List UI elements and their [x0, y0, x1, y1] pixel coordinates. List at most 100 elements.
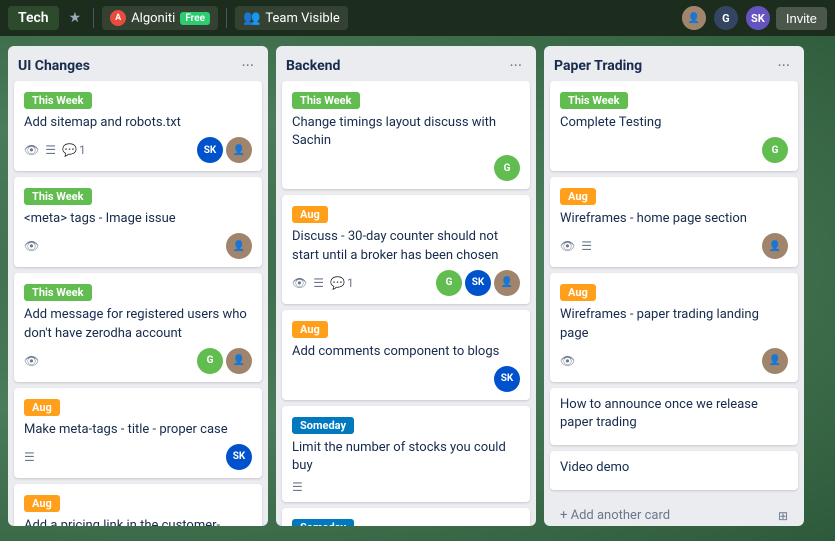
card-text: Add comments component to blogs	[292, 343, 520, 361]
card-avatar-face[interactable]: 👤	[762, 348, 788, 374]
card-avatar-face[interactable]: 👤	[226, 233, 252, 259]
board-name[interactable]: Tech	[8, 6, 59, 30]
eye-icon: 👁	[24, 354, 39, 368]
list-header-backend: Backend···	[276, 46, 536, 81]
card-footer: 👁☰💬1GSK👤	[292, 270, 520, 296]
avatar-user[interactable]: 👤	[680, 4, 708, 32]
card-avatar-face[interactable]: 👤	[762, 233, 788, 259]
list-item[interactable]: SomedayLimit the number of stocks you co…	[282, 406, 530, 502]
list-content-paper-trading: This WeekComplete TestingGAugWireframes …	[544, 81, 804, 502]
card-text: Make meta-tags - title - proper case	[24, 421, 252, 439]
list-menu-backend[interactable]: ···	[505, 54, 526, 77]
card-avatars: SK	[226, 444, 252, 470]
card-avatars: GSK👤	[436, 270, 520, 296]
list-menu-ui-changes[interactable]: ···	[237, 54, 258, 77]
team-visible-button[interactable]: 👥 Team Visible	[235, 6, 348, 30]
list-paper-trading: Paper Trading···This WeekComplete Testin…	[544, 46, 804, 526]
card-avatar-sk[interactable]: SK	[465, 270, 491, 296]
card-footer: G	[292, 155, 520, 181]
card-label-tag: Aug	[24, 495, 60, 512]
board: UI Changes···This WeekAdd sitemap and ro…	[0, 36, 835, 541]
star-button[interactable]: ★	[65, 6, 86, 30]
archive-icon: ⊞	[778, 509, 788, 523]
add-card-label: + Add another card	[560, 508, 670, 523]
list-item[interactable]: SomedayAdmin panel...	[282, 508, 530, 526]
card-avatars: G👤	[197, 348, 252, 374]
header: Tech ★ A Algoniti Free 👥 Team Visible 👤 …	[0, 0, 835, 36]
card-text: Wireframes - home page section	[560, 210, 788, 228]
list-icon: ☰	[313, 276, 324, 290]
list-menu-paper-trading[interactable]: ···	[773, 54, 794, 77]
card-text: Add sitemap and robots.txt	[24, 114, 252, 132]
list-item[interactable]: This Week Add sitemap and robots.txt 👁☰💬1 S…	[14, 81, 262, 171]
card-label-tag: This Week	[24, 92, 92, 109]
algoniti-name: Algoniti	[131, 11, 175, 26]
comment-count: 1	[347, 276, 354, 290]
card-avatar-sk[interactable]: SK	[226, 444, 252, 470]
card-avatar-face[interactable]: 👤	[494, 270, 520, 296]
list-item[interactable]: AugDiscuss - 30-day counter should not s…	[282, 195, 530, 303]
list-item[interactable]: This WeekAdd message for registered user…	[14, 273, 262, 381]
card-avatar-face[interactable]: 👤	[226, 348, 252, 374]
list-icon: ☰	[581, 239, 592, 253]
list-item[interactable]: This WeekChange timings layout discuss w…	[282, 81, 530, 189]
card-avatar-g[interactable]: G	[436, 270, 462, 296]
comment-icon: 💬1	[330, 276, 354, 290]
card-avatar-g[interactable]: G	[762, 137, 788, 163]
free-badge: Free	[180, 12, 210, 25]
card-footer: SK	[292, 366, 520, 392]
card-label-tag: Aug	[24, 399, 60, 416]
card-text: <meta> tags - Image issue	[24, 210, 252, 228]
add-card-button[interactable]: + Add another card ⊞	[550, 502, 798, 526]
list-item[interactable]: This WeekComplete TestingG	[550, 81, 798, 171]
card-footer: 👁☰💬1 SK👤	[24, 137, 252, 163]
list-item[interactable]: AugWireframes - home page section👁☰👤	[550, 177, 798, 267]
card-avatar-sk[interactable]: SK	[494, 366, 520, 392]
card-text: Wireframes - paper trading landing page	[560, 306, 788, 342]
card-avatar-sk[interactable]: SK	[197, 137, 223, 163]
comment-count: 1	[79, 143, 86, 157]
card-footer: 👁 G👤	[24, 348, 252, 374]
comment-icon: 💬1	[62, 143, 86, 157]
card-text: Complete Testing	[560, 114, 788, 132]
list-content-backend: This WeekChange timings layout discuss w…	[276, 81, 536, 526]
people-icon: 👥	[243, 10, 260, 26]
list-item[interactable]: Aug Make meta-tags - title - proper case ☰…	[14, 388, 262, 478]
header-avatars: 👤 G SK Invite	[680, 4, 827, 32]
card-avatars: 👤	[762, 348, 788, 374]
list-item[interactable]: AugAdd a pricing link in the customer-me…	[14, 484, 262, 526]
list-item[interactable]: AugAdd comments component to blogsSK	[282, 310, 530, 400]
list-item[interactable]: Aug Wireframes - paper trading landing pa…	[550, 273, 798, 381]
list-item[interactable]: How to announce once we release paper tr…	[550, 388, 798, 445]
card-text: Change timings layout discuss with Sachi…	[292, 114, 520, 150]
list-content-ui-changes: This WeekAdd sitemap and robots.txt👁☰💬1S…	[8, 81, 268, 526]
card-avatar-g[interactable]: G	[494, 155, 520, 181]
list-item[interactable]: Video demo	[550, 451, 798, 490]
list-ui-changes: UI Changes···This WeekAdd sitemap and ro…	[8, 46, 268, 526]
card-footer: 👁☰ 👤	[560, 233, 788, 259]
card-avatar-g[interactable]: G	[197, 348, 223, 374]
card-icon-group: 👁☰💬1	[24, 143, 86, 157]
card-icon-group: ☰	[24, 450, 35, 464]
card-icon-group: 👁☰💬1	[292, 276, 354, 290]
card-label-tag: Aug	[560, 284, 596, 301]
avatar-g[interactable]: G	[712, 4, 740, 32]
card-icon-group: 👁☰	[560, 239, 592, 253]
card-footer: 👁👤	[24, 233, 252, 259]
list-item[interactable]: This Week<meta> tags - Image issue👁👤	[14, 177, 262, 267]
card-avatar-face[interactable]: 👤	[226, 137, 252, 163]
invite-button[interactable]: Invite	[776, 7, 827, 30]
avatar-sk[interactable]: SK	[744, 4, 772, 32]
card-avatars: 👤	[226, 233, 252, 259]
card-footer: ☰	[292, 480, 520, 494]
card-avatars: 👤	[762, 233, 788, 259]
card-icon-group: ☰	[292, 480, 303, 494]
card-text: Limit the number of stocks you could buy	[292, 439, 520, 475]
algoniti-button[interactable]: A Algoniti Free	[102, 6, 218, 30]
card-icon-group: 👁	[24, 239, 39, 253]
eye-icon: 👁	[24, 143, 39, 157]
card-text: Discuss - 30-day counter should not star…	[292, 228, 520, 264]
algoniti-logo: A	[110, 10, 126, 26]
card-avatars: G	[494, 155, 520, 181]
user-avatar-face: 👤	[682, 6, 706, 30]
